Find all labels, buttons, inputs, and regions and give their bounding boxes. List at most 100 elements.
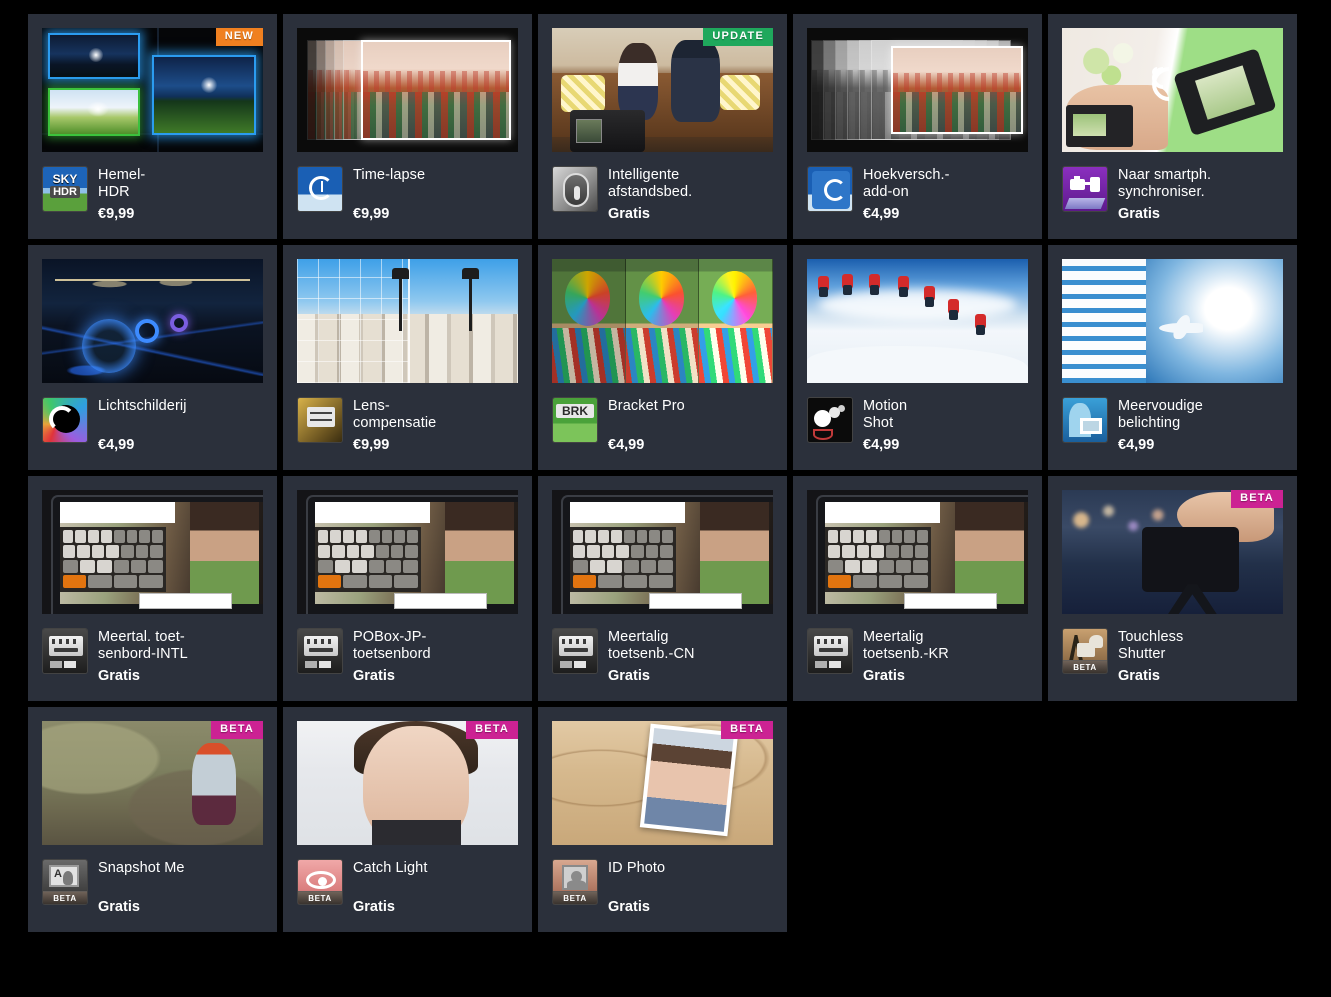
- app-card[interactable]: Naar smartph. synchroniser. Gratis: [1048, 14, 1297, 239]
- app-meta: Meertalig toetsenb.-CN Gratis: [552, 628, 773, 685]
- app-info: Meertal. toet- senbord-INTL Gratis: [98, 628, 188, 685]
- app-meta: Meertalig toetsenb.-KR Gratis: [807, 628, 1028, 685]
- motion-shot-icon[interactable]: [807, 397, 853, 443]
- app-thumbnail[interactable]: BETA: [42, 721, 263, 845]
- light-painting-icon[interactable]: [42, 397, 88, 443]
- app-info: Lens- compensatie €9,99: [353, 397, 436, 454]
- app-card[interactable]: BRK Bracket Pro €4,99: [538, 245, 787, 470]
- app-thumbnail[interactable]: [1062, 259, 1283, 383]
- app-meta: Motion Shot €4,99: [807, 397, 1028, 454]
- app-thumbnail[interactable]: [807, 490, 1028, 614]
- app-title: Meervoudige belichting: [1118, 398, 1203, 431]
- app-price: Gratis: [608, 206, 650, 222]
- app-card[interactable]: Meertal. toet- senbord-INTL Gratis: [28, 476, 277, 701]
- app-price: Gratis: [863, 668, 905, 684]
- app-title: POBox-JP- toetsenbord: [353, 629, 431, 662]
- app-price: Gratis: [98, 899, 140, 915]
- app-price: Gratis: [1118, 668, 1160, 684]
- app-info: Lichtschilderij €4,99: [98, 397, 187, 454]
- app-card[interactable]: UPDATE Intelligente afstandsbed. Gratis: [538, 14, 787, 239]
- app-card[interactable]: Meertalig toetsenb.-CN Gratis: [538, 476, 787, 701]
- app-meta: POBox-JP- toetsenbord Gratis: [297, 628, 518, 685]
- app-card[interactable]: Motion Shot €4,99: [793, 245, 1042, 470]
- app-info: Hoekversch.- add-on €4,99: [863, 166, 950, 223]
- app-meta: Lens- compensatie €9,99: [297, 397, 518, 454]
- app-thumbnail[interactable]: [42, 490, 263, 614]
- app-card[interactable]: Lichtschilderij €4,99: [28, 245, 277, 470]
- app-info: Hemel- HDR €9,99: [98, 166, 145, 223]
- app-card[interactable]: NEW SKY HDR Hemel- HDR €9,99: [28, 14, 277, 239]
- app-card[interactable]: BETA BETA ID Photo Gratis: [538, 707, 787, 932]
- app-info: Meervoudige belichting €4,99: [1118, 397, 1203, 454]
- app-thumbnail[interactable]: BETA: [552, 721, 773, 845]
- app-title: Meertalig toetsenb.-CN: [608, 629, 695, 662]
- app-title: Lichtschilderij: [98, 398, 187, 414]
- app-meta: Hoekversch.- add-on €4,99: [807, 166, 1028, 223]
- app-title: ID Photo: [608, 860, 666, 876]
- app-price: Gratis: [608, 899, 650, 915]
- multiple-exposure-icon[interactable]: [1062, 397, 1108, 443]
- touchless-shutter-icon[interactable]: BETA: [1062, 628, 1108, 674]
- icon-beta-label: BETA: [43, 891, 87, 904]
- snapshot-me-icon[interactable]: BETA: [42, 859, 88, 905]
- app-meta: Lichtschilderij €4,99: [42, 397, 263, 454]
- app-price: €4,99: [863, 437, 900, 453]
- app-info: Touchless Shutter Gratis: [1118, 628, 1183, 685]
- app-price: €9,99: [353, 437, 390, 453]
- app-card[interactable]: Time-lapse €9,99: [283, 14, 532, 239]
- keyboard-icon[interactable]: [297, 628, 343, 674]
- app-card[interactable]: BETA BETA Touchless Shutter Gratis: [1048, 476, 1297, 701]
- app-info: Motion Shot €4,99: [863, 397, 907, 454]
- app-thumbnail[interactable]: [42, 259, 263, 383]
- app-card[interactable]: Meertalig toetsenb.-KR Gratis: [793, 476, 1042, 701]
- app-title: Catch Light: [353, 860, 428, 876]
- app-thumbnail[interactable]: UPDATE: [552, 28, 773, 152]
- app-title: Hoekversch.- add-on: [863, 167, 950, 200]
- app-title: Naar smartph. synchroniser.: [1118, 167, 1212, 200]
- app-price: €4,99: [608, 437, 645, 453]
- app-title: Motion Shot: [863, 398, 908, 431]
- app-meta: BETA ID Photo Gratis: [552, 859, 773, 916]
- app-thumbnail[interactable]: [807, 259, 1028, 383]
- app-card[interactable]: Meervoudige belichting €4,99: [1048, 245, 1297, 470]
- catch-light-icon[interactable]: BETA: [297, 859, 343, 905]
- app-thumbnail[interactable]: NEW: [42, 28, 263, 152]
- app-meta: Intelligente afstandsbed. Gratis: [552, 166, 773, 223]
- app-card[interactable]: POBox-JP- toetsenbord Gratis: [283, 476, 532, 701]
- smart-remote-icon[interactable]: [552, 166, 598, 212]
- app-thumbnail[interactable]: [297, 259, 518, 383]
- app-thumbnail[interactable]: [1062, 28, 1283, 152]
- app-thumbnail[interactable]: BETA: [297, 721, 518, 845]
- app-card[interactable]: Hoekversch.- add-on €4,99: [793, 14, 1042, 239]
- keyboard-icon[interactable]: [42, 628, 88, 674]
- app-info: Naar smartph. synchroniser. Gratis: [1118, 166, 1211, 223]
- app-card[interactable]: Lens- compensatie €9,99: [283, 245, 532, 470]
- time-lapse-icon[interactable]: [297, 166, 343, 212]
- app-info: Bracket Pro €4,99: [608, 397, 685, 454]
- app-info: Meertalig toetsenb.-CN Gratis: [608, 628, 695, 685]
- lens-compensation-icon[interactable]: [297, 397, 343, 443]
- app-thumbnail[interactable]: BETA: [1062, 490, 1283, 614]
- app-price: €4,99: [98, 437, 135, 453]
- app-thumbnail[interactable]: [297, 28, 518, 152]
- status-badge: BETA: [211, 721, 263, 739]
- app-info: ID Photo Gratis: [608, 859, 665, 916]
- sync-to-smartphone-icon[interactable]: [1062, 166, 1108, 212]
- id-photo-icon[interactable]: BETA: [552, 859, 598, 905]
- bracket-pro-icon[interactable]: BRK: [552, 397, 598, 443]
- keyboard-icon[interactable]: [552, 628, 598, 674]
- app-thumbnail[interactable]: [297, 490, 518, 614]
- keyboard-icon[interactable]: [807, 628, 853, 674]
- app-title: Snapshot Me: [98, 860, 185, 876]
- app-thumbnail[interactable]: [552, 490, 773, 614]
- app-thumbnail[interactable]: [552, 259, 773, 383]
- status-badge: UPDATE: [703, 28, 773, 46]
- app-price: Gratis: [353, 668, 395, 684]
- angle-shift-addon-icon[interactable]: [807, 166, 853, 212]
- app-card[interactable]: BETA BETA Snapshot Me Gratis: [28, 707, 277, 932]
- sky-hdr-icon[interactable]: SKY HDR: [42, 166, 88, 212]
- app-meta: BETA Snapshot Me Gratis: [42, 859, 263, 916]
- status-badge: BETA: [466, 721, 518, 739]
- app-card[interactable]: BETA BETA Catch Light Gratis: [283, 707, 532, 932]
- app-thumbnail[interactable]: [807, 28, 1028, 152]
